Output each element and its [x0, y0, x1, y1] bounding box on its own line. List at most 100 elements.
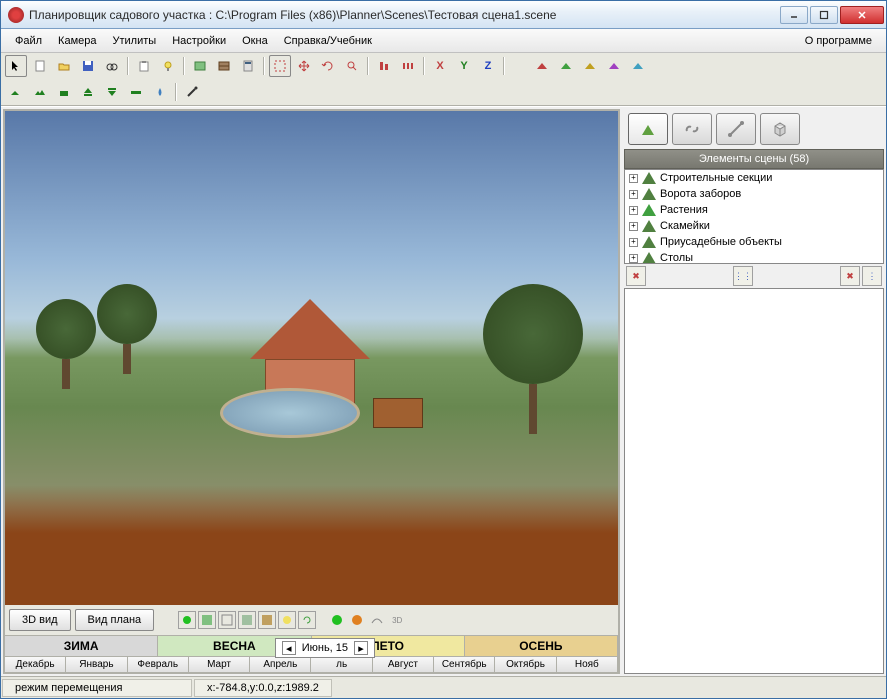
- lightbulb-icon[interactable]: [157, 55, 179, 77]
- season-autumn[interactable]: ОСЕНЬ: [465, 636, 618, 656]
- terrain-flat-icon[interactable]: [125, 81, 147, 103]
- expand-icon[interactable]: +: [629, 254, 638, 263]
- view-3d-button[interactable]: 3D вид: [9, 609, 71, 631]
- tree-delete-icon[interactable]: ✖: [840, 266, 860, 286]
- month-apr[interactable]: Апрель: [250, 657, 311, 672]
- camera-preset-1-icon[interactable]: [531, 55, 553, 77]
- terrain-lower-icon[interactable]: [101, 81, 123, 103]
- render-green-icon[interactable]: [178, 611, 196, 629]
- view-plan-button[interactable]: Вид плана: [75, 609, 155, 631]
- distribute-icon[interactable]: [397, 55, 419, 77]
- dot-green-icon[interactable]: [328, 611, 346, 629]
- month-may[interactable]: ль: [311, 657, 372, 672]
- bounds-icon[interactable]: [269, 55, 291, 77]
- tree-action-1-icon[interactable]: ⋮⋮: [733, 266, 753, 286]
- render-shade-icon[interactable]: [238, 611, 256, 629]
- object-icon: [642, 172, 656, 184]
- close-button[interactable]: [840, 6, 884, 24]
- terrain-tool-3-icon[interactable]: [53, 81, 75, 103]
- menu-utilities[interactable]: Утилиты: [105, 32, 165, 50]
- menu-windows[interactable]: Окна: [234, 32, 276, 50]
- month-feb[interactable]: Февраль: [128, 657, 189, 672]
- tab-link-icon[interactable]: [672, 113, 712, 145]
- render-quality-icon[interactable]: [198, 611, 216, 629]
- tree-item[interactable]: +Растения: [625, 202, 883, 218]
- image-icon[interactable]: [189, 55, 211, 77]
- month-oct[interactable]: Нояб: [557, 657, 618, 672]
- camera-preset-2-icon[interactable]: [555, 55, 577, 77]
- content-area: 3D вид Вид плана 3D З: [1, 106, 886, 676]
- month-mar[interactable]: Март: [189, 657, 250, 672]
- open-file-icon[interactable]: [53, 55, 75, 77]
- month-sep[interactable]: Октябрь: [495, 657, 556, 672]
- tree-action-2-icon[interactable]: ⋮: [862, 266, 882, 286]
- minimize-button[interactable]: [780, 6, 808, 24]
- properties-panel[interactable]: [624, 288, 884, 674]
- month-jan[interactable]: Январь: [66, 657, 127, 672]
- axis-x-icon[interactable]: X: [429, 55, 451, 77]
- scene-tree[interactable]: +Строительные секции +Ворота заборов +Ра…: [624, 169, 884, 264]
- save-file-icon[interactable]: [77, 55, 99, 77]
- camera-preset-3-icon[interactable]: [579, 55, 601, 77]
- tab-scene-icon[interactable]: [628, 113, 668, 145]
- axis-z-icon[interactable]: Z: [477, 55, 499, 77]
- terrain-raise-icon[interactable]: [77, 81, 99, 103]
- expand-icon[interactable]: +: [629, 222, 638, 231]
- tab-measure-icon[interactable]: [716, 113, 756, 145]
- tree-item[interactable]: +Ворота заборов: [625, 186, 883, 202]
- month-jul[interactable]: Август: [373, 657, 434, 672]
- menu-camera[interactable]: Камера: [50, 32, 104, 50]
- titlebar[interactable]: Планировщик садового участка : C:\Progra…: [1, 1, 886, 29]
- water-drop-icon[interactable]: [149, 81, 171, 103]
- binoculars-icon[interactable]: [101, 55, 123, 77]
- tree-collapse-icon[interactable]: ✖: [626, 266, 646, 286]
- status-coords: x:-784.8,y:0.0,z:1989.2: [194, 679, 332, 697]
- curve-icon[interactable]: [368, 611, 386, 629]
- viewport-panel: 3D вид Вид плана 3D З: [3, 109, 620, 674]
- month-aug[interactable]: Сентябрь: [434, 657, 495, 672]
- rotate-tool-icon[interactable]: [317, 55, 339, 77]
- clipboard-icon[interactable]: [133, 55, 155, 77]
- render-wire-icon[interactable]: [218, 611, 236, 629]
- layers-icon[interactable]: [213, 55, 235, 77]
- tab-cube-icon[interactable]: [760, 113, 800, 145]
- menu-file[interactable]: Файл: [7, 32, 50, 50]
- zoom-tool-icon[interactable]: [341, 55, 363, 77]
- date-next-icon[interactable]: ▸: [354, 641, 368, 655]
- terrain-tool-2-icon[interactable]: [29, 81, 51, 103]
- 3d-viewport[interactable]: [5, 111, 618, 605]
- 3d-label-icon[interactable]: 3D: [388, 611, 406, 629]
- menubar: Файл Камера Утилиты Настройки Окна Справ…: [1, 29, 886, 53]
- menu-help[interactable]: Справка/Учебник: [276, 32, 380, 50]
- tree-item[interactable]: +Скамейки: [625, 218, 883, 234]
- render-light-icon[interactable]: [278, 611, 296, 629]
- tree-item[interactable]: +Строительные секции: [625, 170, 883, 186]
- axis-y-icon[interactable]: Y: [453, 55, 475, 77]
- expand-icon[interactable]: +: [629, 206, 638, 215]
- menu-about[interactable]: О программе: [797, 32, 880, 50]
- select-tool-icon[interactable]: [5, 55, 27, 77]
- calculator-icon[interactable]: [237, 55, 259, 77]
- date-prev-icon[interactable]: ◂: [282, 641, 296, 655]
- eyedropper-icon[interactable]: [181, 81, 203, 103]
- align-icon[interactable]: [373, 55, 395, 77]
- move-tool-icon[interactable]: [293, 55, 315, 77]
- new-file-icon[interactable]: [29, 55, 51, 77]
- months-bar: ◂ Июнь, 15 ▸ Декабрь Январь Февраль Март…: [5, 656, 618, 672]
- menu-settings[interactable]: Настройки: [164, 32, 234, 50]
- expand-icon[interactable]: +: [629, 190, 638, 199]
- render-refresh-icon[interactable]: [298, 611, 316, 629]
- camera-preset-4-icon[interactable]: [603, 55, 625, 77]
- expand-icon[interactable]: +: [629, 174, 638, 183]
- maximize-button[interactable]: [810, 6, 838, 24]
- tree-item[interactable]: +Приусадебные объекты: [625, 234, 883, 250]
- month-dec[interactable]: Декабрь: [5, 657, 66, 672]
- expand-icon[interactable]: +: [629, 238, 638, 247]
- terrain-tool-1-icon[interactable]: [5, 81, 27, 103]
- dot-orange-icon[interactable]: [348, 611, 366, 629]
- tree-item[interactable]: +Столы: [625, 250, 883, 264]
- season-winter[interactable]: ЗИМА: [5, 636, 158, 656]
- camera-preset-5-icon[interactable]: [627, 55, 649, 77]
- date-selector: ◂ Июнь, 15 ▸: [275, 638, 375, 658]
- render-tex-icon[interactable]: [258, 611, 276, 629]
